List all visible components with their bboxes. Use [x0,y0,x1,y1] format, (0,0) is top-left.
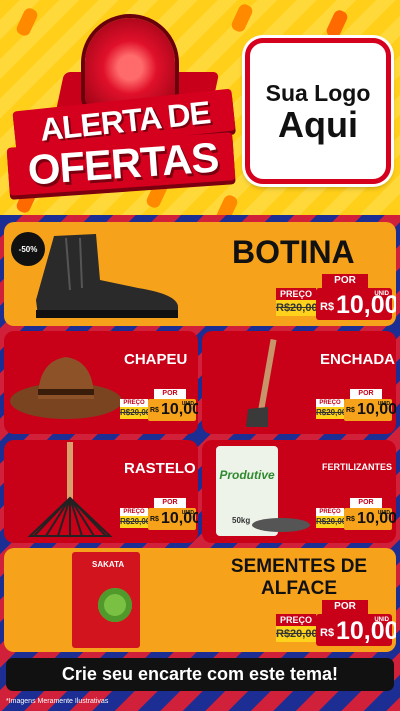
price-tag: POR PREÇO R$20,00 R$ 10,00 UNID [316,389,396,423]
new-price: R$ 10,00 UNID [344,399,396,421]
unit-label: UNID [181,401,194,407]
pack-brand-label: SAKATA [92,560,125,569]
logo-text-line2: Aqui [278,103,358,145]
new-price: R$ 10,00 UNID [344,508,396,530]
header-banner: ALERTA DE OFERTAS Sua Logo Aqui [0,0,400,215]
product-title: ENCHADA [320,351,395,368]
discount-badge: -50% [11,232,45,266]
confetti-decoration [214,193,240,215]
bag-weight-label: 50kg [232,516,251,525]
unit-label: UNID [374,291,389,297]
seed-pack-icon: SAKATA [72,552,140,648]
currency-label: R$ [346,407,355,414]
preco-label: PREÇO [316,508,344,516]
unit-label: UNID [377,401,390,407]
old-price: R$20,00 [276,300,318,316]
por-label: POR [154,389,186,399]
old-price: R$20,00 [120,516,151,528]
currency-label: R$ [150,407,159,414]
preco-label: PREÇO [276,288,316,300]
unit-label: UNID [374,617,389,623]
currency-label: R$ [320,627,335,639]
preco-label: PREÇO [120,399,148,407]
confetti-decoration [14,6,40,38]
product-card-rastelo[interactable]: RASTELO POR PREÇO R$20,00 R$ 10,00 UNID [4,440,198,543]
product-title: CHAPEU [124,351,188,368]
price-tag: POR PREÇO R$20,00 R$ 10,00 UNID [276,600,396,648]
product-card-sementes[interactable]: SAKATA SEMENTES DE ALFACE POR PREÇO R$20… [4,548,396,652]
product-card-enchada[interactable]: ENCHADA POR PREÇO R$20,00 R$ 10,00 UNID [202,331,396,434]
product-title: RASTELO [124,460,196,477]
hat-icon [10,357,122,419]
product-card-fertilizantes[interactable]: Produtive 50kg FERTILIZANTES POR PREÇO R… [202,440,396,543]
price-tag: POR PREÇO R$20,00 R$ 10,00 UNID [120,389,198,423]
fertilizer-pile [252,518,310,532]
por-label: POR [350,498,382,508]
por-label: POR [322,274,368,288]
product-card-botina[interactable]: -50% BOTINA POR PREÇO R$20,00 R$ 10,00 U… [4,222,396,326]
new-price: R$ 10,00 UNID [316,614,396,646]
logo-placeholder: Sua Logo Aqui [245,38,391,184]
bag-brand-label: Produtive [219,468,275,482]
price-value: 10,00 [357,510,396,527]
currency-label: R$ [150,516,159,523]
price-value: 10,00 [357,401,396,418]
new-price: R$ 10,00 UNID [148,399,198,421]
currency-label: R$ [346,516,355,523]
siren-icon [85,18,175,108]
preco-label: PREÇO [316,399,344,407]
price-tag: POR PREÇO R$20,00 R$ 10,00 UNID [120,498,198,532]
rake-icon [27,442,113,537]
preco-label: PREÇO [276,614,316,626]
product-title: FERTILIZANTES [322,462,392,472]
unit-label: UNID [181,510,194,516]
old-price: R$20,00 [316,407,347,419]
product-title-line2: ALFACE [261,578,337,599]
por-label: POR [154,498,186,508]
cta-button[interactable]: Crie seu encarte com este tema! [6,658,394,691]
boot-icon [36,234,178,318]
lettuce-icon [98,588,132,622]
old-price: R$20,00 [120,407,151,419]
hoe-icon [246,339,277,427]
currency-label: R$ [320,301,335,313]
product-title: SEMENTES DE ALFACE [214,556,384,600]
new-price: R$ 10,00 UNID [316,288,396,320]
product-title-line1: SEMENTES DE [230,556,368,577]
price-tag: POR PREÇO R$20,00 R$ 10,00 UNID [276,274,396,322]
por-label: POR [350,389,382,399]
old-price: R$20,00 [316,516,347,528]
preco-label: PREÇO [120,508,148,516]
confetti-decoration [324,8,350,40]
por-label: POR [322,600,368,614]
disclaimer-note: *Imagens Meramente Ilustrativas [6,698,109,705]
logo-text-line1: Sua Logo [265,79,371,106]
price-tag: POR PREÇO R$20,00 R$ 10,00 UNID [316,498,396,532]
confetti-decoration [229,2,255,34]
product-card-chapeu[interactable]: CHAPEU POR PREÇO R$20,00 R$ 10,00 UNID [4,331,198,434]
product-title: BOTINA [232,234,355,270]
new-price: R$ 10,00 UNID [148,508,198,530]
old-price: R$20,00 [276,626,318,642]
unit-label: UNID [377,510,390,516]
